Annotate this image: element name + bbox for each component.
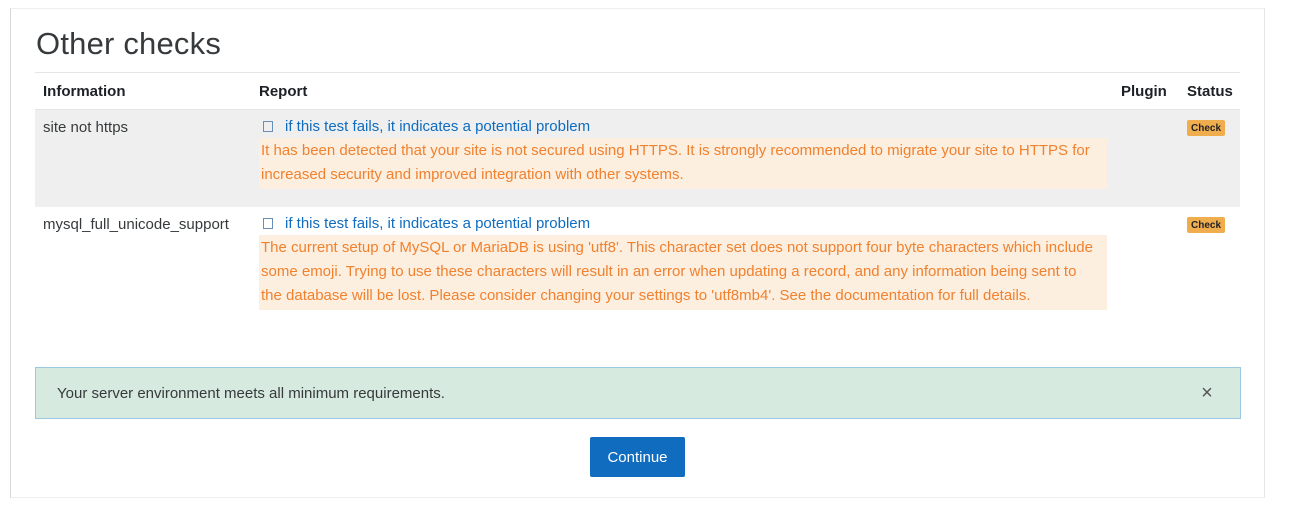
information-cell: mysql_full_unicode_support bbox=[35, 206, 253, 317]
plugin-cell bbox=[1115, 206, 1181, 317]
close-icon[interactable]: × bbox=[1199, 383, 1215, 403]
table-header-row: Information Report Plugin Status bbox=[35, 72, 1240, 110]
documentation-link-text: if this test fails, it indicates a poten… bbox=[285, 118, 591, 135]
alert-message: Your server environment meets all minimu… bbox=[57, 385, 445, 402]
status-badge: Check bbox=[1187, 216, 1226, 233]
documentation-link[interactable]: if this test fails, it indicates a poten… bbox=[259, 215, 1109, 233]
header-information: Information bbox=[35, 72, 253, 110]
continue-button[interactable]: Continue bbox=[590, 437, 685, 477]
table-row: mysql_full_unicode_support if this test … bbox=[35, 206, 1240, 317]
warning-message: The current setup of MySQL or MariaDB is… bbox=[259, 234, 1107, 310]
check-name: site not https bbox=[43, 119, 129, 136]
section-title: Other checks bbox=[36, 26, 222, 61]
success-alert: Your server environment meets all minimu… bbox=[35, 367, 1241, 419]
main-content: Other checks Information Report Plugin S… bbox=[35, 24, 1240, 317]
information-cell: site not https bbox=[35, 109, 253, 207]
report-cell: if this test fails, it indicates a poten… bbox=[253, 109, 1115, 207]
documentation-link[interactable]: if this test fails, it indicates a poten… bbox=[259, 118, 1109, 136]
status-cell: Check bbox=[1181, 109, 1240, 207]
documentation-link-text: if this test fails, it indicates a poten… bbox=[285, 214, 591, 232]
header-report: Report bbox=[253, 72, 1115, 110]
check-name: mysql_full_unicode_support bbox=[43, 215, 229, 233]
checks-table: Information Report Plugin Status site no… bbox=[35, 72, 1240, 317]
header-plugin: Plugin bbox=[1115, 72, 1181, 110]
warning-message: It has been detected that your site is n… bbox=[259, 138, 1107, 189]
report-cell: if this test fails, it indicates a poten… bbox=[253, 206, 1115, 317]
status-badge: Check bbox=[1187, 120, 1226, 136]
header-status: Status bbox=[1181, 72, 1240, 110]
table-row: site not https if this test fails, it in… bbox=[35, 109, 1240, 207]
plugin-cell bbox=[1115, 109, 1181, 207]
square-outline-icon bbox=[263, 217, 273, 229]
status-cell: Check bbox=[1181, 206, 1240, 317]
square-outline-icon bbox=[263, 121, 273, 132]
